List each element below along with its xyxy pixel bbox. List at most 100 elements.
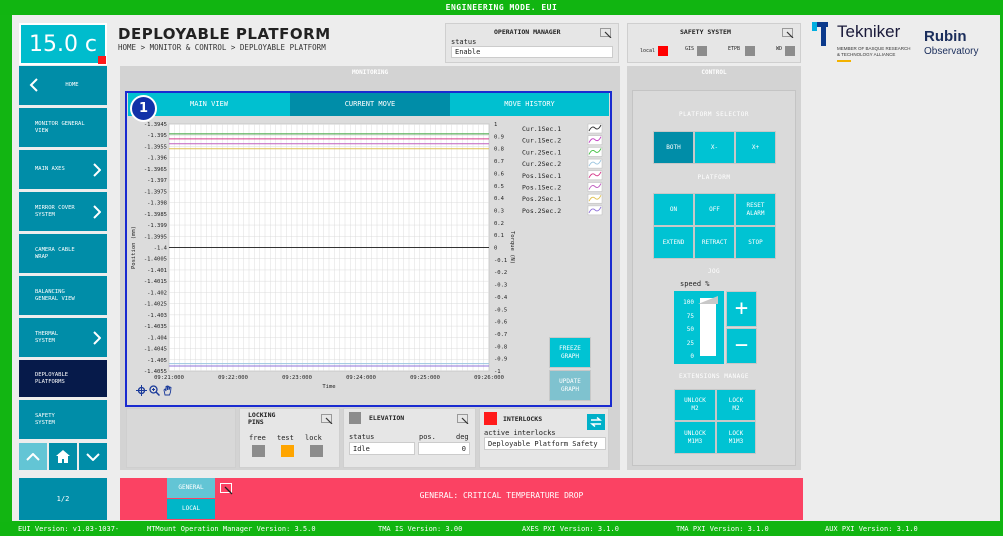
reset-alarm-label: RESET ALARM: [746, 201, 765, 217]
y2-tick-label: 0.3: [494, 208, 504, 214]
platform-stop-button[interactable]: STOP: [735, 226, 776, 259]
y2-tick-label: 0.2: [494, 221, 504, 227]
platform-reset-alarm-button[interactable]: RESET ALARM: [735, 193, 776, 226]
pin-test-indicator: [281, 445, 294, 457]
speed-slider-fill: [700, 298, 716, 356]
legend-label: Cur.1Sec.1: [522, 125, 561, 133]
y-tick-label: -1.3965: [144, 167, 167, 173]
active-interlocks-field: Deployable Platform Safety: [484, 437, 606, 450]
safety-local-label: local: [640, 48, 656, 54]
freeze-graph-button[interactable]: FREEZE GRAPH: [549, 337, 591, 368]
footer-bar: EUI Version: v1.03-1037- MTMount Operati…: [0, 522, 1003, 536]
tab-move-history[interactable]: MOVE HISTORY: [450, 93, 609, 116]
operation-manager-panel: OPERATION MANAGER status Enable: [445, 23, 619, 63]
monitoring-title: MONITORING: [351, 69, 389, 76]
alarm-tab-local[interactable]: LOCAL: [167, 499, 215, 519]
elevation-pos-field: 0: [418, 442, 470, 455]
unlock-m2-button[interactable]: UNLOCK M2: [674, 389, 716, 421]
tekniker-mark-icon: [812, 22, 828, 46]
sidebar-item-camera-cable-wrap[interactable]: CAMERA CABLE WRAP: [19, 234, 107, 273]
interlocks-indicator: [484, 412, 497, 425]
y2-tick-label: -0.7: [494, 332, 507, 338]
x-axis-label: Time: [322, 384, 335, 390]
hand-icon[interactable]: [162, 385, 173, 396]
speed-label: speed %: [680, 280, 710, 288]
pin-free-indicator: [252, 445, 265, 457]
safety-wd-label: WD: [776, 46, 783, 52]
popout-icon[interactable]: [457, 414, 469, 424]
popout-icon[interactable]: [782, 28, 794, 38]
tab-current-move[interactable]: CURRENT MOVE: [290, 93, 450, 116]
sidebar-item-label: MIRROR COVER SYSTEM: [35, 204, 75, 218]
freeze-graph-label: FREEZE GRAPH: [559, 344, 581, 360]
pan-crosshair-icon[interactable]: [136, 385, 147, 396]
safety-system-panel: SAFETY SYSTEM local GIS ETPB WD: [627, 23, 801, 63]
select-both-button[interactable]: BOTH: [653, 131, 694, 164]
lock-m2-button[interactable]: LOCK M2: [716, 389, 756, 421]
y-tick-label: -1.4035: [144, 324, 167, 330]
sidebar-item-deployable-platforms[interactable]: DEPLOYABLE PLATFORMS: [19, 360, 107, 397]
sidebar-item-home[interactable]: HOME: [19, 66, 107, 105]
x-tick-label: 09:22:000: [218, 375, 248, 381]
temperature-display: 15.0 c: [19, 23, 107, 65]
sidebar-item-safety-system[interactable]: SAFETY SYSTEM: [19, 400, 107, 439]
y-tick-label: -1.403: [147, 313, 167, 319]
select-x-plus-button[interactable]: X+: [735, 131, 776, 164]
unlock-m1m3-button[interactable]: UNLOCK M1M3: [674, 421, 716, 454]
y2-tick-label: 0.5: [494, 184, 504, 190]
sidebar-item-label: CAMERA CABLE WRAP: [35, 246, 75, 260]
jog-plus-button[interactable]: +: [726, 291, 757, 327]
sidebar-item-main-axes[interactable]: MAIN AXES: [19, 150, 107, 189]
platform-extend-button[interactable]: EXTEND: [653, 226, 694, 259]
footer-operation-manager-version: MTMount Operation Manager Version: 3.5.0: [147, 525, 316, 533]
popout-icon[interactable]: [321, 414, 333, 424]
y-tick-label: -1.404: [147, 335, 168, 341]
sidebar-item-mirror-cover-system[interactable]: MIRROR COVER SYSTEM: [19, 192, 107, 231]
page-indicator[interactable]: 1/2: [19, 478, 107, 520]
y2-tick-label: 0.1: [494, 233, 504, 239]
update-graph-label: UPDATE GRAPH: [559, 377, 581, 393]
speed-slider[interactable]: [698, 296, 718, 356]
sidebar-item-thermal-system[interactable]: THERMAL SYSTEM: [19, 318, 107, 357]
chevron-up-icon: [26, 452, 40, 461]
zoom-icon[interactable]: [149, 385, 160, 396]
select-x-minus-button[interactable]: X-: [694, 131, 735, 164]
sidebar-item-label: HOME: [65, 82, 79, 88]
x-tick-label: 09:25:000: [410, 375, 440, 381]
popout-icon[interactable]: [220, 483, 234, 495]
y-tick-label: -1.3985: [144, 212, 167, 218]
sidebar-item-monitor-general-view[interactable]: MONITOR GENERAL VIEW: [19, 108, 107, 147]
home-button[interactable]: [49, 443, 77, 470]
sidebar-item-label: THERMAL SYSTEM: [35, 330, 59, 344]
tekniker-logo: Tekniker MEMBER OF BASQUE RESEARCH & TEC…: [812, 20, 922, 65]
sidebar-item-label: BALANCING GENERAL VIEW: [35, 288, 75, 302]
jog-minus-button[interactable]: −: [726, 328, 757, 364]
y-tick-label: -1.3945: [144, 122, 167, 128]
y-tick-label: -1.4: [154, 246, 168, 252]
operation-manager-title: OPERATION MANAGER: [494, 28, 561, 36]
scroll-up-button[interactable]: [19, 443, 47, 470]
platform-on-button[interactable]: ON: [653, 193, 694, 226]
platform-retract-button[interactable]: RETRACT: [694, 226, 735, 259]
lock-m1m3-button[interactable]: LOCK M1M3: [716, 421, 756, 454]
y-tick-label: -1.4025: [144, 302, 167, 308]
footer-eui-version: EUI Version: v1.03-1037-: [18, 525, 120, 533]
legend-label: Cur.1Sec.2: [522, 137, 561, 145]
active-interlocks-label: active interlocks: [484, 429, 556, 437]
y2-tick-label: 0.6: [494, 171, 504, 177]
update-graph-button[interactable]: UPDATE GRAPH: [549, 370, 591, 401]
popout-icon[interactable]: [600, 28, 612, 38]
legend-label: Pos.1Sec.1: [522, 172, 561, 180]
interlocks-reset-button[interactable]: [587, 414, 605, 430]
speed-tick-75: 75: [686, 312, 694, 320]
position-torque-chart: -1.3945 -1.395 -1.3955 -1.396 -1.3965 -1.397 -…: [131, 122, 603, 390]
alarm-tab-general[interactable]: GENERAL: [167, 478, 215, 498]
elevation-deg-label: deg: [456, 433, 469, 441]
x-tick-label: 09:21:000: [154, 375, 184, 381]
speed-slider-handle-icon[interactable]: [698, 296, 718, 304]
rubin-logo-line1: Rubin: [924, 28, 967, 45]
sidebar-item-balancing-general-view[interactable]: BALANCING GENERAL VIEW: [19, 276, 107, 315]
scroll-down-button[interactable]: [79, 443, 107, 470]
platform-off-button[interactable]: OFF: [694, 193, 735, 226]
y-tick-label: -1.4045: [144, 347, 167, 353]
